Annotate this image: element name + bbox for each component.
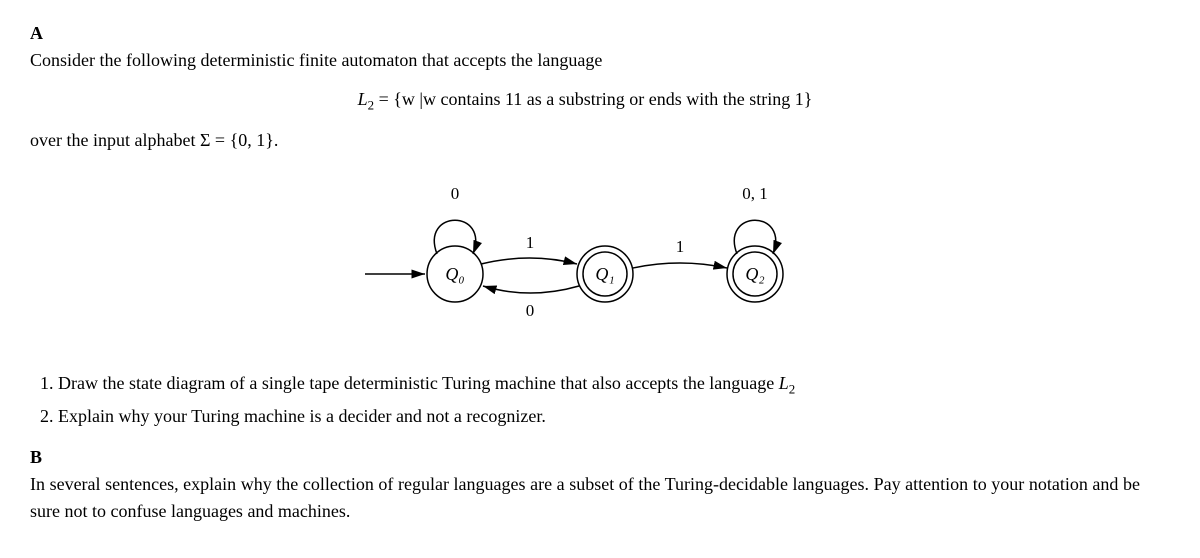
part-a-subitems: Draw the state diagram of a single tape … (30, 370, 1140, 430)
lang-L: L (358, 89, 368, 109)
state-q1-label: Q₁ (595, 264, 614, 284)
part-a-intro: Consider the following deterministic fin… (30, 50, 602, 70)
edge-q1-q2-label: 1 (676, 237, 685, 256)
dfa-diagram: Q₀ 0 Q₁ Q₂ 0, 1 1 0 (30, 164, 1140, 352)
edge-q0-q1-label: 1 (526, 233, 535, 252)
part-a-item1-text: Draw the state diagram of a single tape … (58, 373, 779, 393)
language-definition: L2 = {w |w contains 11 as a substring or… (30, 86, 1140, 115)
part-b-label: B (30, 444, 56, 471)
part-a: A Consider the following deterministic f… (30, 20, 1170, 440)
part-a-item1: Draw the state diagram of a single tape … (58, 370, 1140, 399)
part-a-label: A (30, 20, 56, 47)
alphabet-line: over the input alphabet Σ = {0, 1}. (30, 127, 1140, 154)
item1-L-sub: 2 (789, 382, 795, 397)
part-a-item2: Explain why your Turing machine is a dec… (58, 403, 1140, 430)
item1-L: L (779, 373, 789, 393)
lang-def-text: = {w |w contains 11 as a substring or en… (374, 89, 812, 109)
part-b: B In several sentences, explain why the … (30, 444, 1170, 525)
state-q0-label: Q₀ (445, 264, 464, 284)
edge-q1-q2 (633, 263, 727, 268)
loop-q2-label: 0, 1 (742, 184, 768, 203)
part-b-text: In several sentences, explain why the co… (30, 471, 1140, 525)
dfa-svg: Q₀ 0 Q₁ Q₂ 0, 1 1 0 (325, 164, 845, 344)
edge-q1-q0-label: 0 (526, 301, 535, 320)
edge-q0-q1 (481, 258, 577, 264)
part-a-body: Consider the following deterministic fin… (30, 47, 1140, 440)
loop-q0-label: 0 (451, 184, 460, 203)
edge-q1-q0 (483, 286, 579, 293)
state-q2-label: Q₂ (745, 264, 764, 284)
